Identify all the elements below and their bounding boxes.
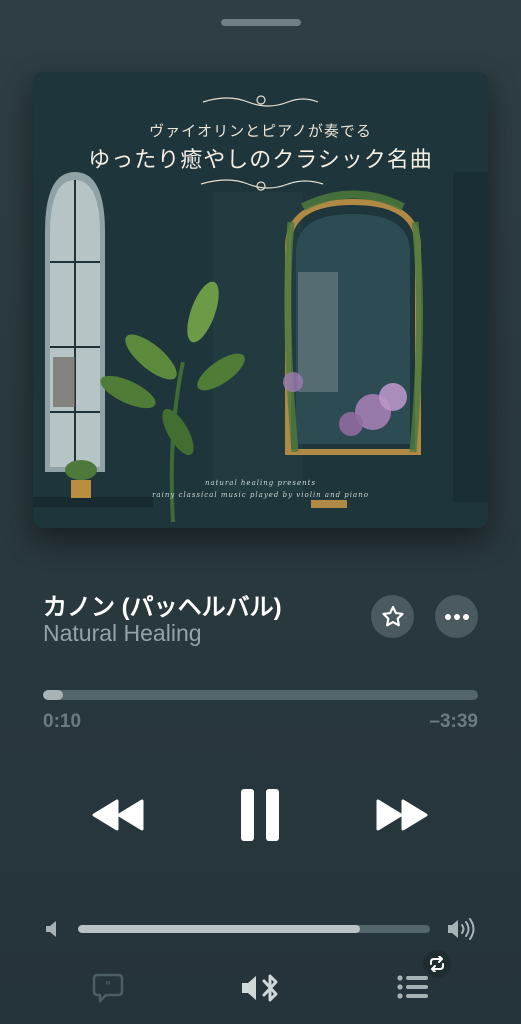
pause-icon [241,789,279,841]
favorite-button[interactable] [371,595,414,638]
sheet-grabber[interactable] [221,19,301,26]
artwork-title: ゆったり癒やしのクラシック名曲 [88,148,433,173]
volume-max-button[interactable] [446,917,476,946]
remaining-time: –3:39 [429,711,478,732]
repeat-icon [430,956,444,972]
audio-output-button[interactable] [240,972,282,1009]
speaker-high-icon [448,918,475,940]
volume-min-button[interactable] [44,919,62,944]
rewind-button[interactable] [88,792,148,838]
volume-fill [78,925,360,933]
rewind-icon [92,799,144,831]
fast-forward-icon [376,799,428,831]
artwork-subtitle: ヴァイオリンとピアノが奏でる [149,122,372,140]
artwork-footer-line2: rainy classical music played by violin a… [152,491,369,499]
speaker-low-icon [46,921,56,937]
bluetooth-speaker-icon [242,974,278,1002]
star-icon [381,605,404,626]
queue-button[interactable] [396,974,430,1005]
more-button[interactable] [435,595,478,638]
queue-list-icon [397,975,428,999]
progress-fill [43,690,63,700]
svg-text:": " [105,979,111,993]
ellipsis-icon [444,613,469,620]
fast-forward-button[interactable] [372,792,432,838]
volume-slider[interactable] [78,925,430,933]
artist-name[interactable]: Natural Healing [43,620,202,647]
repeat-button[interactable] [423,950,451,978]
lyrics-button[interactable]: " [92,973,124,1008]
album-artwork: ヴァイオリンとピアノが奏でる ゆったり癒やしのクラシック名曲 natural h… [33,72,488,528]
pause-button[interactable] [234,786,286,844]
elapsed-time: 0:10 [43,711,82,732]
artwork-footer-line1: natural healing presents [204,479,317,487]
lyrics-bubble-icon: " [92,973,124,1003]
progress-scrubber[interactable] [43,690,478,700]
song-title[interactable]: カノン (パッヘルバル) [43,587,282,622]
